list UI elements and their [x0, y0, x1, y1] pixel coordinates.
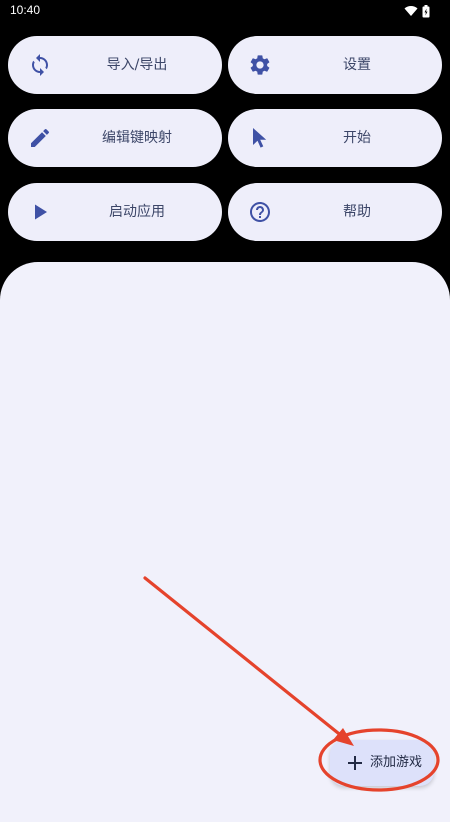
launch-app-label: 启动应用 — [109, 204, 165, 220]
plus-icon — [348, 756, 362, 770]
import-export-button[interactable]: 导入/导出 — [8, 36, 222, 94]
start-button[interactable]: 开始 — [228, 109, 442, 167]
gear-icon — [250, 55, 270, 75]
help-circle-icon — [250, 202, 270, 222]
add-game-label: 添加游戏 — [370, 755, 423, 770]
start-label: 开始 — [343, 130, 371, 146]
cursor-pointer-icon — [253, 128, 267, 148]
battery-icon — [422, 4, 430, 17]
play-icon — [35, 204, 47, 220]
edit-keymap-label: 编辑键映射 — [102, 130, 172, 146]
help-button[interactable]: 帮助 — [228, 183, 442, 241]
status-time: 10:40 — [10, 3, 41, 17]
games-panel — [0, 262, 450, 822]
status-icons — [404, 4, 430, 18]
edit-keymap-button[interactable]: 编辑键映射 — [8, 109, 222, 167]
sync-icon — [32, 54, 48, 76]
launch-app-button[interactable]: 启动应用 — [8, 183, 222, 241]
import-export-label: 导入/导出 — [106, 57, 168, 73]
wifi-icon — [404, 6, 418, 17]
pencil-icon — [31, 128, 50, 147]
add-game-button[interactable]: 添加游戏 — [330, 740, 434, 786]
settings-label: 设置 — [343, 57, 371, 73]
help-label: 帮助 — [343, 204, 371, 220]
settings-button[interactable]: 设置 — [228, 36, 442, 94]
status-bar: 10:40 — [0, 0, 450, 22]
